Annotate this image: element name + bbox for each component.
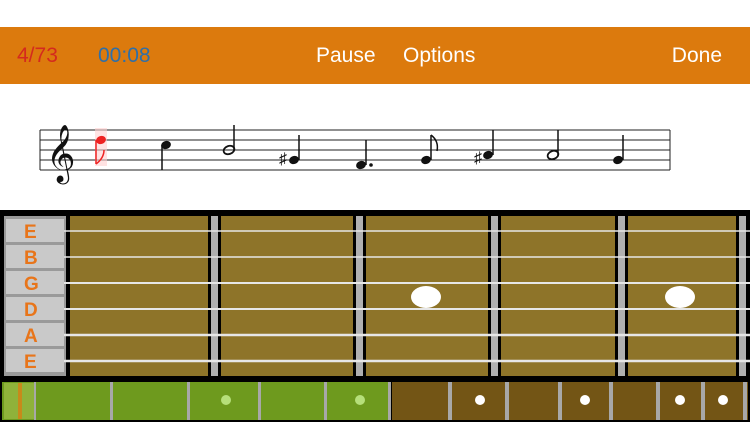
- neck-navigator[interactable]: [0, 380, 750, 422]
- fret-marker-dot: [665, 286, 695, 308]
- note-current: [95, 128, 107, 166]
- note: [546, 130, 560, 161]
- options-button[interactable]: Options: [403, 27, 475, 84]
- done-button[interactable]: Done: [672, 27, 722, 84]
- note: [356, 140, 373, 170]
- string-label: B: [24, 248, 38, 269]
- neck-navigator-canvas: [2, 382, 748, 420]
- svg-text:♯: ♯: [279, 151, 287, 168]
- string-label: A: [24, 326, 38, 347]
- fretboard-canvas: E B G D A E: [4, 216, 750, 376]
- string-label: G: [24, 274, 39, 295]
- elapsed-timer: 00:08: [98, 44, 151, 67]
- treble-clef-icon: 𝄞: [46, 125, 76, 185]
- fret-space-4[interactable]: [501, 216, 615, 376]
- note: [161, 140, 171, 170]
- visible-region[interactable]: [2, 382, 390, 420]
- string-label: E: [24, 352, 37, 373]
- staff-lines: [39, 129, 671, 171]
- status-bar-area: [0, 0, 750, 27]
- fret-space-1[interactable]: [70, 216, 208, 376]
- fretboard: E B G D A E: [0, 210, 750, 380]
- fret-space-2[interactable]: [221, 216, 353, 376]
- note: ♯: [474, 130, 494, 167]
- progress-counter: 4/73: [17, 44, 58, 67]
- svg-text:♯: ♯: [474, 150, 482, 167]
- pause-button[interactable]: Pause: [316, 27, 376, 84]
- string-label: E: [24, 222, 37, 243]
- string-label: D: [24, 300, 38, 321]
- music-staff: 𝄞 ♯ ♯: [39, 125, 671, 185]
- music-staff-panel: 𝄞 ♯ ♯: [0, 84, 750, 210]
- top-toolbar: 4/73 00:08 Pause Options Done: [0, 27, 750, 84]
- neck-overview: [392, 382, 748, 420]
- fret-marker-dot: [411, 286, 441, 308]
